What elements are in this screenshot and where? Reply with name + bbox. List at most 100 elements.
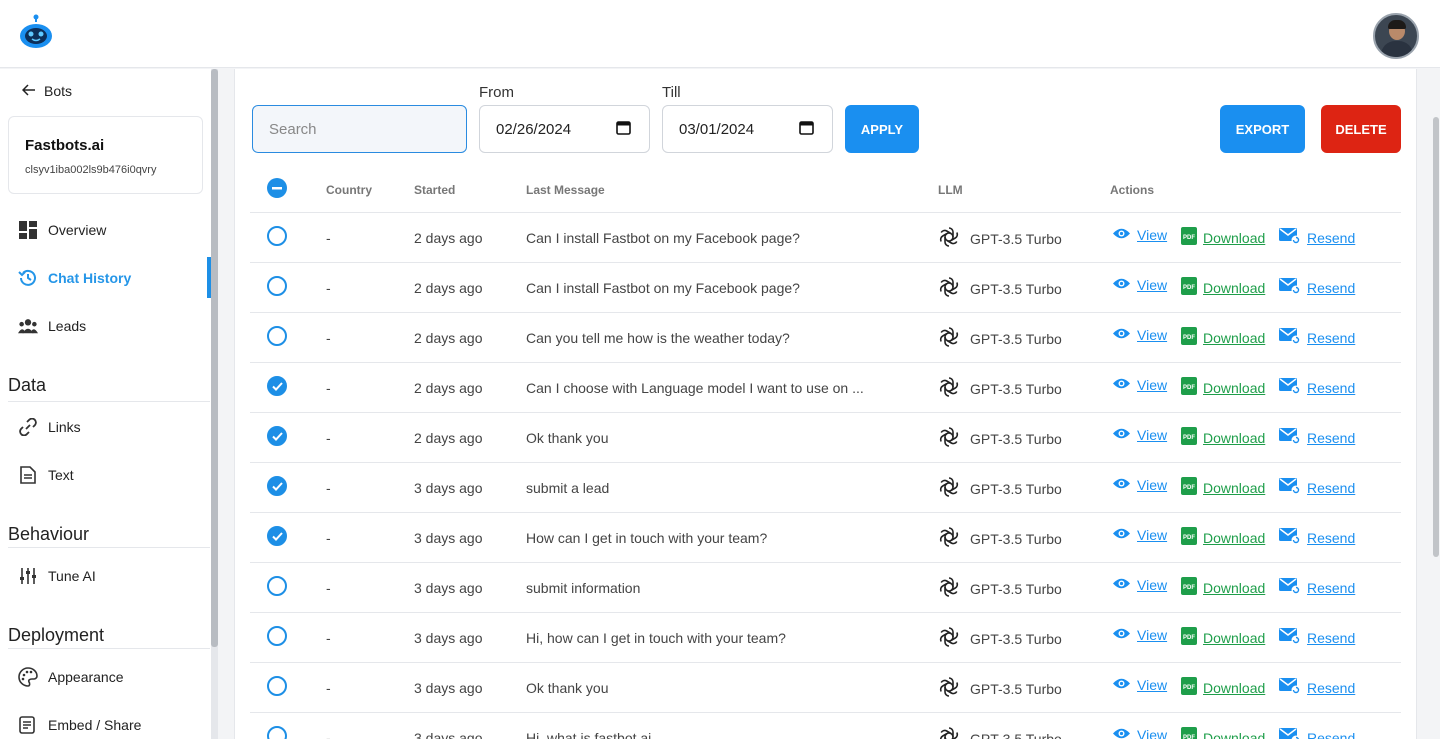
table-row[interactable]: - 2 days ago Can I install Fastbot on my F… xyxy=(250,213,1401,263)
calendar-icon[interactable] xyxy=(799,120,814,139)
row-checkbox[interactable] xyxy=(267,426,287,446)
column-header-started[interactable]: Started xyxy=(414,183,455,197)
download-link[interactable]: PDF Download xyxy=(1181,627,1265,648)
row-checkbox[interactable] xyxy=(267,226,287,246)
row-checkbox[interactable] xyxy=(267,626,287,646)
sidebar-item-embed-share[interactable]: Embed / Share xyxy=(18,713,141,737)
row-checkbox[interactable] xyxy=(267,476,287,496)
table-row[interactable]: - 2 days ago Can I install Fastbot on my F… xyxy=(250,263,1401,313)
export-button[interactable]: EXPORT xyxy=(1220,105,1305,153)
table-row[interactable]: - 3 days ago Hi, what is fastbot ai GPT-3.5… xyxy=(250,713,1401,739)
cell-last-message: Hi, what is fastbot ai xyxy=(526,730,652,739)
download-link[interactable]: PDF Download xyxy=(1181,327,1265,348)
row-checkbox[interactable] xyxy=(267,526,287,546)
apply-button[interactable]: APPLY xyxy=(845,105,919,153)
column-header-last-message[interactable]: Last Message xyxy=(526,183,605,197)
column-header-llm[interactable]: LLM xyxy=(938,183,963,197)
download-link[interactable]: PDF Download xyxy=(1181,277,1265,298)
row-checkbox[interactable] xyxy=(267,376,287,396)
sidebar-item-overview[interactable]: Overview xyxy=(18,218,106,242)
sidebar-scrollbar[interactable] xyxy=(211,69,218,739)
resend-link[interactable]: Resend xyxy=(1279,227,1355,248)
resend-link[interactable]: Resend xyxy=(1279,577,1355,598)
sidebar-item-label: Embed / Share xyxy=(48,717,142,733)
download-link[interactable]: PDF Download xyxy=(1181,577,1265,598)
row-checkbox[interactable] xyxy=(267,326,287,346)
openai-icon xyxy=(938,276,960,301)
column-header-country[interactable]: Country xyxy=(326,183,372,197)
row-checkbox[interactable] xyxy=(267,676,287,696)
view-link[interactable]: View xyxy=(1112,277,1167,293)
resend-link[interactable]: Resend xyxy=(1279,427,1355,448)
delete-button[interactable]: DELETE xyxy=(1321,105,1401,153)
resend-link[interactable]: Resend xyxy=(1279,677,1355,698)
main-scrollbar[interactable] xyxy=(1432,69,1440,739)
search-input[interactable]: Search xyxy=(252,105,467,153)
sidebar-item-text[interactable]: Text xyxy=(18,463,74,487)
view-link[interactable]: View xyxy=(1112,527,1167,543)
sidebar-item-label: Leads xyxy=(48,318,87,334)
scrollbar-thumb[interactable] xyxy=(1433,117,1439,557)
download-link[interactable]: PDF Download xyxy=(1181,227,1265,248)
bot-id: clsyv1iba002ls9b476i0qvry xyxy=(25,164,157,176)
cell-country: - xyxy=(326,730,331,739)
resend-link[interactable]: Resend xyxy=(1279,527,1355,548)
till-date-input[interactable]: 03/01/2024 xyxy=(662,105,833,153)
cell-llm: GPT-3.5 Turbo xyxy=(938,576,1062,601)
user-avatar[interactable] xyxy=(1373,13,1419,59)
resend-link[interactable]: Resend xyxy=(1279,327,1355,348)
view-link[interactable]: View xyxy=(1112,727,1167,739)
download-link[interactable]: PDF Download xyxy=(1181,527,1265,548)
sidebar-item-links[interactable]: Links xyxy=(18,415,81,439)
robot-logo-icon[interactable] xyxy=(18,14,54,50)
download-link[interactable]: PDF Download xyxy=(1181,477,1265,498)
table-row[interactable]: - 2 days ago Can I choose with Language mo… xyxy=(250,363,1401,413)
download-link[interactable]: PDF Download xyxy=(1181,377,1265,398)
resend-link[interactable]: Resend xyxy=(1279,727,1355,739)
table-row[interactable]: - 3 days ago Hi, how can I get in touch wi… xyxy=(250,613,1401,663)
resend-link[interactable]: Resend xyxy=(1279,627,1355,648)
view-link[interactable]: View xyxy=(1112,677,1167,693)
view-link[interactable]: View xyxy=(1112,627,1167,643)
scrollbar-thumb[interactable] xyxy=(211,69,218,647)
resend-label: Resend xyxy=(1307,229,1356,246)
view-link[interactable]: View xyxy=(1112,427,1167,443)
eye-icon xyxy=(1112,477,1131,493)
cell-started: 3 days ago xyxy=(414,580,483,596)
table-row[interactable]: - 2 days ago Can you tell me how is the we… xyxy=(250,313,1401,363)
openai-icon xyxy=(938,576,960,601)
view-link[interactable]: View xyxy=(1112,577,1167,593)
sidebar-item-chat-history[interactable]: Chat History xyxy=(18,266,131,290)
back-to-bots-link[interactable]: Bots xyxy=(21,83,72,99)
table-row[interactable]: - 3 days ago How can I get in touch with y… xyxy=(250,513,1401,563)
chat-history-panel: Search From 02/26/2024 Till 03/01/2024 A… xyxy=(234,69,1417,739)
table-row[interactable]: - 2 days ago Ok thank you GPT-3.5 Turbo View… xyxy=(250,413,1401,463)
view-link[interactable]: View xyxy=(1112,327,1167,343)
view-link[interactable]: View xyxy=(1112,377,1167,393)
resend-link[interactable]: Resend xyxy=(1279,377,1355,398)
llm-name: GPT-3.5 Turbo xyxy=(970,680,1062,697)
row-checkbox[interactable] xyxy=(267,726,287,739)
eye-icon xyxy=(1112,527,1131,543)
sidebar-item-tune-ai[interactable]: Tune AI xyxy=(18,564,96,588)
view-link[interactable]: View xyxy=(1112,227,1167,243)
resend-link[interactable]: Resend xyxy=(1279,277,1355,298)
download-link[interactable]: PDF Download xyxy=(1181,727,1265,739)
from-date-input[interactable]: 02/26/2024 xyxy=(479,105,650,153)
table-row[interactable]: - 3 days ago submit a lead GPT-3.5 Turbo Vie… xyxy=(250,463,1401,513)
download-link[interactable]: PDF Download xyxy=(1181,427,1265,448)
row-checkbox[interactable] xyxy=(267,276,287,296)
calendar-icon[interactable] xyxy=(616,120,631,139)
sidebar-item-label: Tune AI xyxy=(48,568,96,584)
resend-link[interactable]: Resend xyxy=(1279,477,1355,498)
link-icon xyxy=(18,417,38,437)
sidebar-item-appearance[interactable]: Appearance xyxy=(18,665,124,689)
row-checkbox[interactable] xyxy=(267,576,287,596)
sidebar-item-leads[interactable]: Leads xyxy=(18,314,86,338)
download-link[interactable]: PDF Download xyxy=(1181,677,1265,698)
table-row[interactable]: - 3 days ago Ok thank you GPT-3.5 Turbo View… xyxy=(250,663,1401,713)
svg-text:PDF: PDF xyxy=(1183,685,1195,691)
table-row[interactable]: - 3 days ago submit information GPT-3.5 Tur… xyxy=(250,563,1401,613)
view-link[interactable]: View xyxy=(1112,477,1167,493)
select-all-checkbox[interactable] xyxy=(267,178,287,198)
